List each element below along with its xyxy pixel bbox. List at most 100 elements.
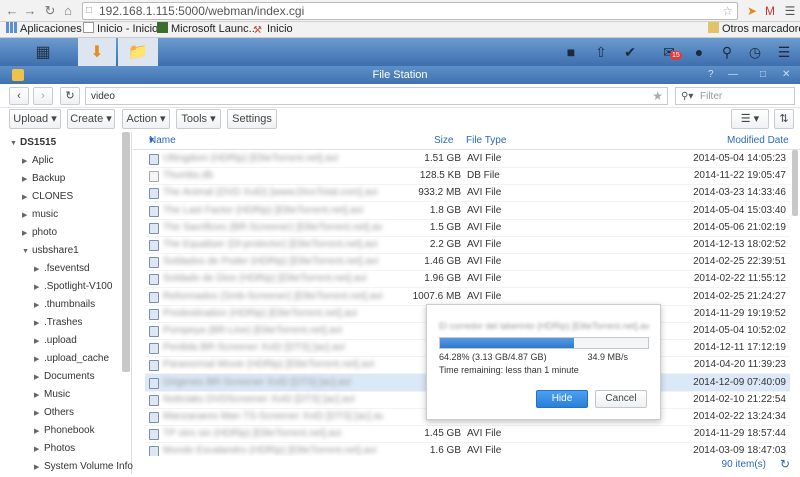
column-name[interactable]: Name ▾: [149, 132, 176, 150]
tree-item[interactable]: ▶ .Spotlight-V100: [34, 278, 112, 296]
column-modified[interactable]: Modified Date: [727, 132, 789, 150]
column-type[interactable]: File Type: [466, 132, 506, 150]
tree-item[interactable]: ▼ usbshare1: [22, 242, 79, 260]
cancel-button[interactable]: Cancel: [595, 390, 647, 408]
collapsed-arrow-icon[interactable]: ▶: [22, 225, 32, 243]
collapsed-arrow-icon[interactable]: ▶: [22, 171, 32, 189]
video-file-icon: [149, 429, 159, 441]
collapsed-arrow-icon[interactable]: ▶: [34, 459, 44, 477]
user-icon[interactable]: ●: [690, 43, 708, 61]
tree-item[interactable]: ▶ Others: [34, 404, 74, 422]
table-row[interactable]: Soldado de Dios (HDRip) [EliteTorrent.ne…: [145, 270, 790, 289]
view-mode-button[interactable]: ☰ ▾: [731, 109, 769, 129]
tree-item[interactable]: ▶ music: [22, 206, 58, 224]
home-icon[interactable]: ⌂: [60, 3, 76, 19]
close-icon[interactable]: ✕: [782, 66, 790, 84]
column-size[interactable]: Size: [434, 132, 453, 150]
filter-field[interactable]: ⚲▾ Filter: [675, 87, 795, 105]
bookmark-other[interactable]: Otros marcadores: [708, 22, 800, 37]
collapsed-arrow-icon[interactable]: ▶: [34, 369, 44, 387]
help-icon[interactable]: ?: [708, 66, 714, 84]
upload-button[interactable]: Upload ▾: [9, 109, 61, 129]
collapsed-arrow-icon[interactable]: ▶: [22, 189, 32, 207]
collapsed-arrow-icon[interactable]: ▶: [34, 297, 44, 315]
search-icon[interactable]: ⚲: [718, 43, 736, 61]
table-row[interactable]: The Last Factor (HDRip) [EliteTorrent.ne…: [145, 202, 790, 220]
back-button[interactable]: ‹: [9, 87, 29, 105]
tools-button[interactable]: Tools ▾: [176, 109, 221, 129]
sidebar-scrollbar[interactable]: [122, 132, 130, 372]
menu-icon[interactable]: ☰: [782, 3, 798, 19]
tree-item[interactable]: ▶ Backup: [22, 170, 65, 188]
collapsed-arrow-icon[interactable]: ▶: [34, 351, 44, 369]
forward-button[interactable]: ›: [33, 87, 53, 105]
collapsed-arrow-icon[interactable]: ▶: [34, 441, 44, 459]
table-row[interactable]: Ultingdom (HDRip) [EliteTorrent.net].avi…: [145, 150, 790, 168]
collapsed-arrow-icon[interactable]: ▶: [34, 423, 44, 441]
tree-item[interactable]: ▶ photo: [22, 224, 57, 242]
tree-item[interactable]: ▶ .Trashes: [34, 314, 83, 332]
bookmark-item[interactable]: Inicio - Inicio: [83, 22, 158, 37]
file-list-scrollbar[interactable]: [792, 150, 798, 216]
path-field[interactable]: video ★: [85, 87, 668, 105]
tree-item[interactable]: ▶ CLONES: [22, 188, 73, 206]
main-menu-icon[interactable]: ▦: [26, 38, 60, 66]
tree-item[interactable]: ▶ .fseventsd: [34, 260, 90, 278]
tree-root[interactable]: ▼ DS1515: [10, 134, 56, 152]
collapsed-arrow-icon[interactable]: ▶: [34, 315, 44, 333]
collapsed-arrow-icon[interactable]: ▶: [34, 333, 44, 351]
action-button[interactable]: Action ▾: [122, 109, 170, 129]
tree-item[interactable]: ▶ Phonebook: [34, 422, 95, 440]
table-row[interactable]: TP otro sin (HDRip) [EliteTorrent.net].a…: [145, 425, 790, 444]
address-bar[interactable]: □ 192.168.1.115:5000/webman/index.cgi ☆: [82, 2, 738, 20]
table-row[interactable]: The Sacrifices (BR-Screener) [EliteTorre…: [145, 219, 790, 237]
bookmark-item[interactable]: ⚒ Inicio: [253, 22, 293, 37]
gmail-icon[interactable]: M: [762, 3, 778, 19]
collapsed-arrow-icon[interactable]: ▶: [34, 279, 44, 297]
bookmark-apps[interactable]: Aplicaciones: [6, 22, 82, 37]
options-icon[interactable]: ☰: [775, 43, 793, 61]
tree-item[interactable]: ▶ Photos: [34, 440, 75, 458]
tree-item[interactable]: ▶ .thumbnails: [34, 296, 95, 314]
table-row[interactable]: Soldados de Poder (HDRip) [EliteTorrent.…: [145, 253, 790, 272]
tree-item[interactable]: ▶ Aplic: [22, 152, 54, 170]
tree-item[interactable]: ▶ Documents: [34, 368, 95, 386]
widgets-icon[interactable]: ◷: [746, 43, 764, 61]
status-ok-icon[interactable]: ✔: [621, 43, 639, 61]
collapsed-arrow-icon[interactable]: ▶: [34, 405, 44, 423]
create-button[interactable]: Create ▾: [67, 109, 115, 129]
collapsed-arrow-icon[interactable]: ▶: [22, 207, 32, 225]
upload-icon[interactable]: ⇧: [592, 43, 610, 61]
refresh-icon[interactable]: ↻: [780, 457, 790, 471]
video-file-icon: [149, 412, 159, 423]
tree-item[interactable]: ▶ System Volume Info: [34, 458, 133, 476]
table-row[interactable]: Reformados (Smb-Screener) [EliteTorrent.…: [145, 288, 790, 306]
refresh-button[interactable]: ↻: [60, 87, 80, 105]
collapsed-arrow-icon[interactable]: ▶: [22, 153, 32, 171]
collapsed-arrow-icon[interactable]: ▶: [34, 387, 44, 405]
back-arrow-icon[interactable]: ←: [4, 3, 20, 19]
tree-item[interactable]: ▶ .upload: [34, 332, 77, 350]
hide-button[interactable]: Hide: [536, 390, 588, 408]
bookmark-item[interactable]: Microsoft Launc...: [157, 22, 258, 37]
bookmark-star-icon[interactable]: ☆: [722, 3, 733, 19]
tree-item[interactable]: ▶ Music: [34, 386, 70, 404]
settings-button[interactable]: Settings: [227, 109, 277, 129]
table-row[interactable]: The Animal (DVD XviD) [www.DivxTotal.com…: [145, 184, 790, 203]
extension-icon[interactable]: ➤: [744, 3, 760, 19]
table-row[interactable]: The Equaliser (Dl-protector) [EliteTorre…: [145, 236, 790, 254]
tree-item[interactable]: ▶ .upload_cache: [34, 350, 109, 368]
favorite-star-icon[interactable]: ★: [652, 88, 663, 105]
forward-arrow-icon[interactable]: →: [22, 3, 38, 19]
maximize-icon[interactable]: □: [760, 66, 766, 84]
download-station-icon[interactable]: ⬇: [78, 38, 116, 66]
document-icon[interactable]: ■: [562, 43, 580, 61]
table-row[interactable]: Thumbs.db 128.5 KB DB File 2014-11-22 19:05…: [145, 167, 790, 186]
sort-button[interactable]: ⇅: [774, 109, 794, 129]
expanded-arrow-icon[interactable]: ▼: [22, 243, 32, 261]
reload-icon[interactable]: ↻: [42, 3, 58, 19]
collapsed-arrow-icon[interactable]: ▶: [34, 261, 44, 279]
notifications-icon[interactable]: ✉ 15: [660, 43, 682, 61]
minimize-icon[interactable]: —: [728, 66, 738, 84]
file-station-icon[interactable]: 📁: [118, 38, 158, 66]
